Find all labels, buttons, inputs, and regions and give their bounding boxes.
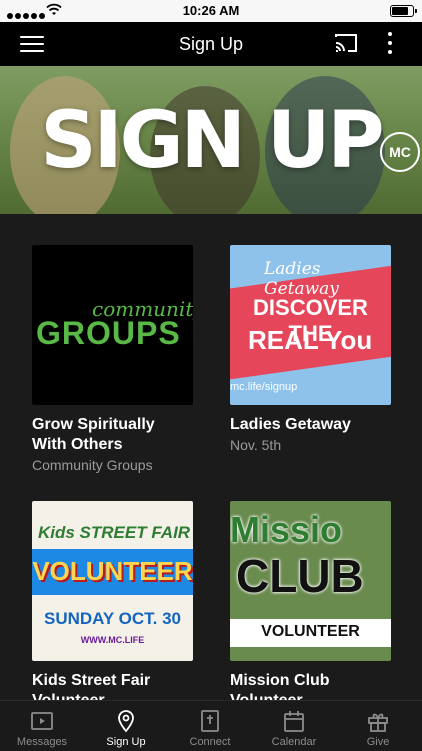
- card-title: Ladies Getaway: [230, 416, 351, 433]
- signup-card-grid: community GROUPS Grow Spiritually With O…: [0, 214, 422, 700]
- card-image-text: mc.life/signup: [230, 381, 298, 393]
- card-title: Grow Spiritually With Others: [32, 416, 155, 453]
- signup-card[interactable]: Missio CLUB VOLUNTEER Mission Club Volun…: [230, 501, 391, 700]
- tab-label: Messages: [16, 736, 68, 748]
- tab-calendar[interactable]: Calendar: [252, 701, 336, 751]
- status-time: 10:26 AM: [182, 3, 240, 18]
- card-image-text: Ladies Getaway: [264, 259, 339, 299]
- signup-card[interactable]: community GROUPS Grow Spiritually With O…: [32, 245, 193, 474]
- tab-messages[interactable]: Messages: [0, 701, 84, 751]
- card-image-text: Missio: [230, 509, 343, 550]
- page-title: Sign Up: [178, 34, 244, 54]
- card-image-text: WWW.MC.LIFE: [80, 635, 145, 645]
- card-image: Ladies Getaway DISCOVER THE REAL You mc.…: [230, 245, 391, 405]
- location-pin-icon: [118, 710, 134, 733]
- card-image-text: Kids STREET FAIR: [38, 523, 191, 542]
- cast-icon[interactable]: [334, 32, 358, 54]
- card-image: community GROUPS: [32, 245, 193, 405]
- card-image: Kids STREET FAIR VOLUNTEER SUNDAY OCT. 3…: [32, 501, 193, 661]
- signup-card[interactable]: Kids STREET FAIR VOLUNTEER SUNDAY OCT. 3…: [32, 501, 193, 700]
- tab-label: Give: [366, 736, 390, 748]
- card-image-text: VOLUNTEER: [261, 623, 360, 640]
- card-subtitle: Community Groups: [32, 457, 153, 473]
- hero-title: SIGN UP: [40, 96, 384, 186]
- tab-give[interactable]: Give: [336, 701, 420, 751]
- tab-label: Calendar: [271, 736, 317, 748]
- card-image-text: GROUPS: [36, 315, 181, 351]
- signup-card[interactable]: Ladies Getaway DISCOVER THE REAL You mc.…: [230, 245, 391, 454]
- more-vertical-icon[interactable]: [384, 32, 396, 58]
- card-title: Mission Club Volunteer: [230, 672, 330, 700]
- church-logo: MC: [380, 132, 420, 172]
- card-image-text: VOLUNTEER: [32, 556, 193, 586]
- card-image-text: CLUB: [236, 550, 364, 602]
- top-navigation-bar: Sign Up: [0, 22, 422, 66]
- card-image-text: SUNDAY OCT. 30: [44, 609, 181, 628]
- card-subtitle: Nov. 5th: [230, 437, 282, 453]
- card-title: Kids Street Fair Volunteer: [32, 672, 151, 700]
- card-image: Missio CLUB VOLUNTEER: [230, 501, 391, 661]
- battery-icon: [390, 5, 417, 17]
- bottom-tab-bar: Messages Sign Up Connect Calendar Give: [0, 700, 422, 751]
- video-icon: [31, 712, 53, 730]
- hero-banner: SIGN UP MC: [0, 66, 422, 214]
- status-bar: 10:26 AM: [0, 0, 422, 22]
- calendar-icon: [284, 711, 304, 732]
- card-image-text: REAL You: [248, 325, 373, 355]
- bible-icon: [201, 710, 219, 732]
- tab-connect[interactable]: Connect: [168, 701, 252, 751]
- gift-icon: [368, 713, 388, 732]
- tab-label: Sign Up: [106, 736, 146, 748]
- tab-label: Connect: [189, 736, 231, 748]
- tab-sign-up[interactable]: Sign Up: [84, 701, 168, 751]
- battery-level: [392, 7, 408, 15]
